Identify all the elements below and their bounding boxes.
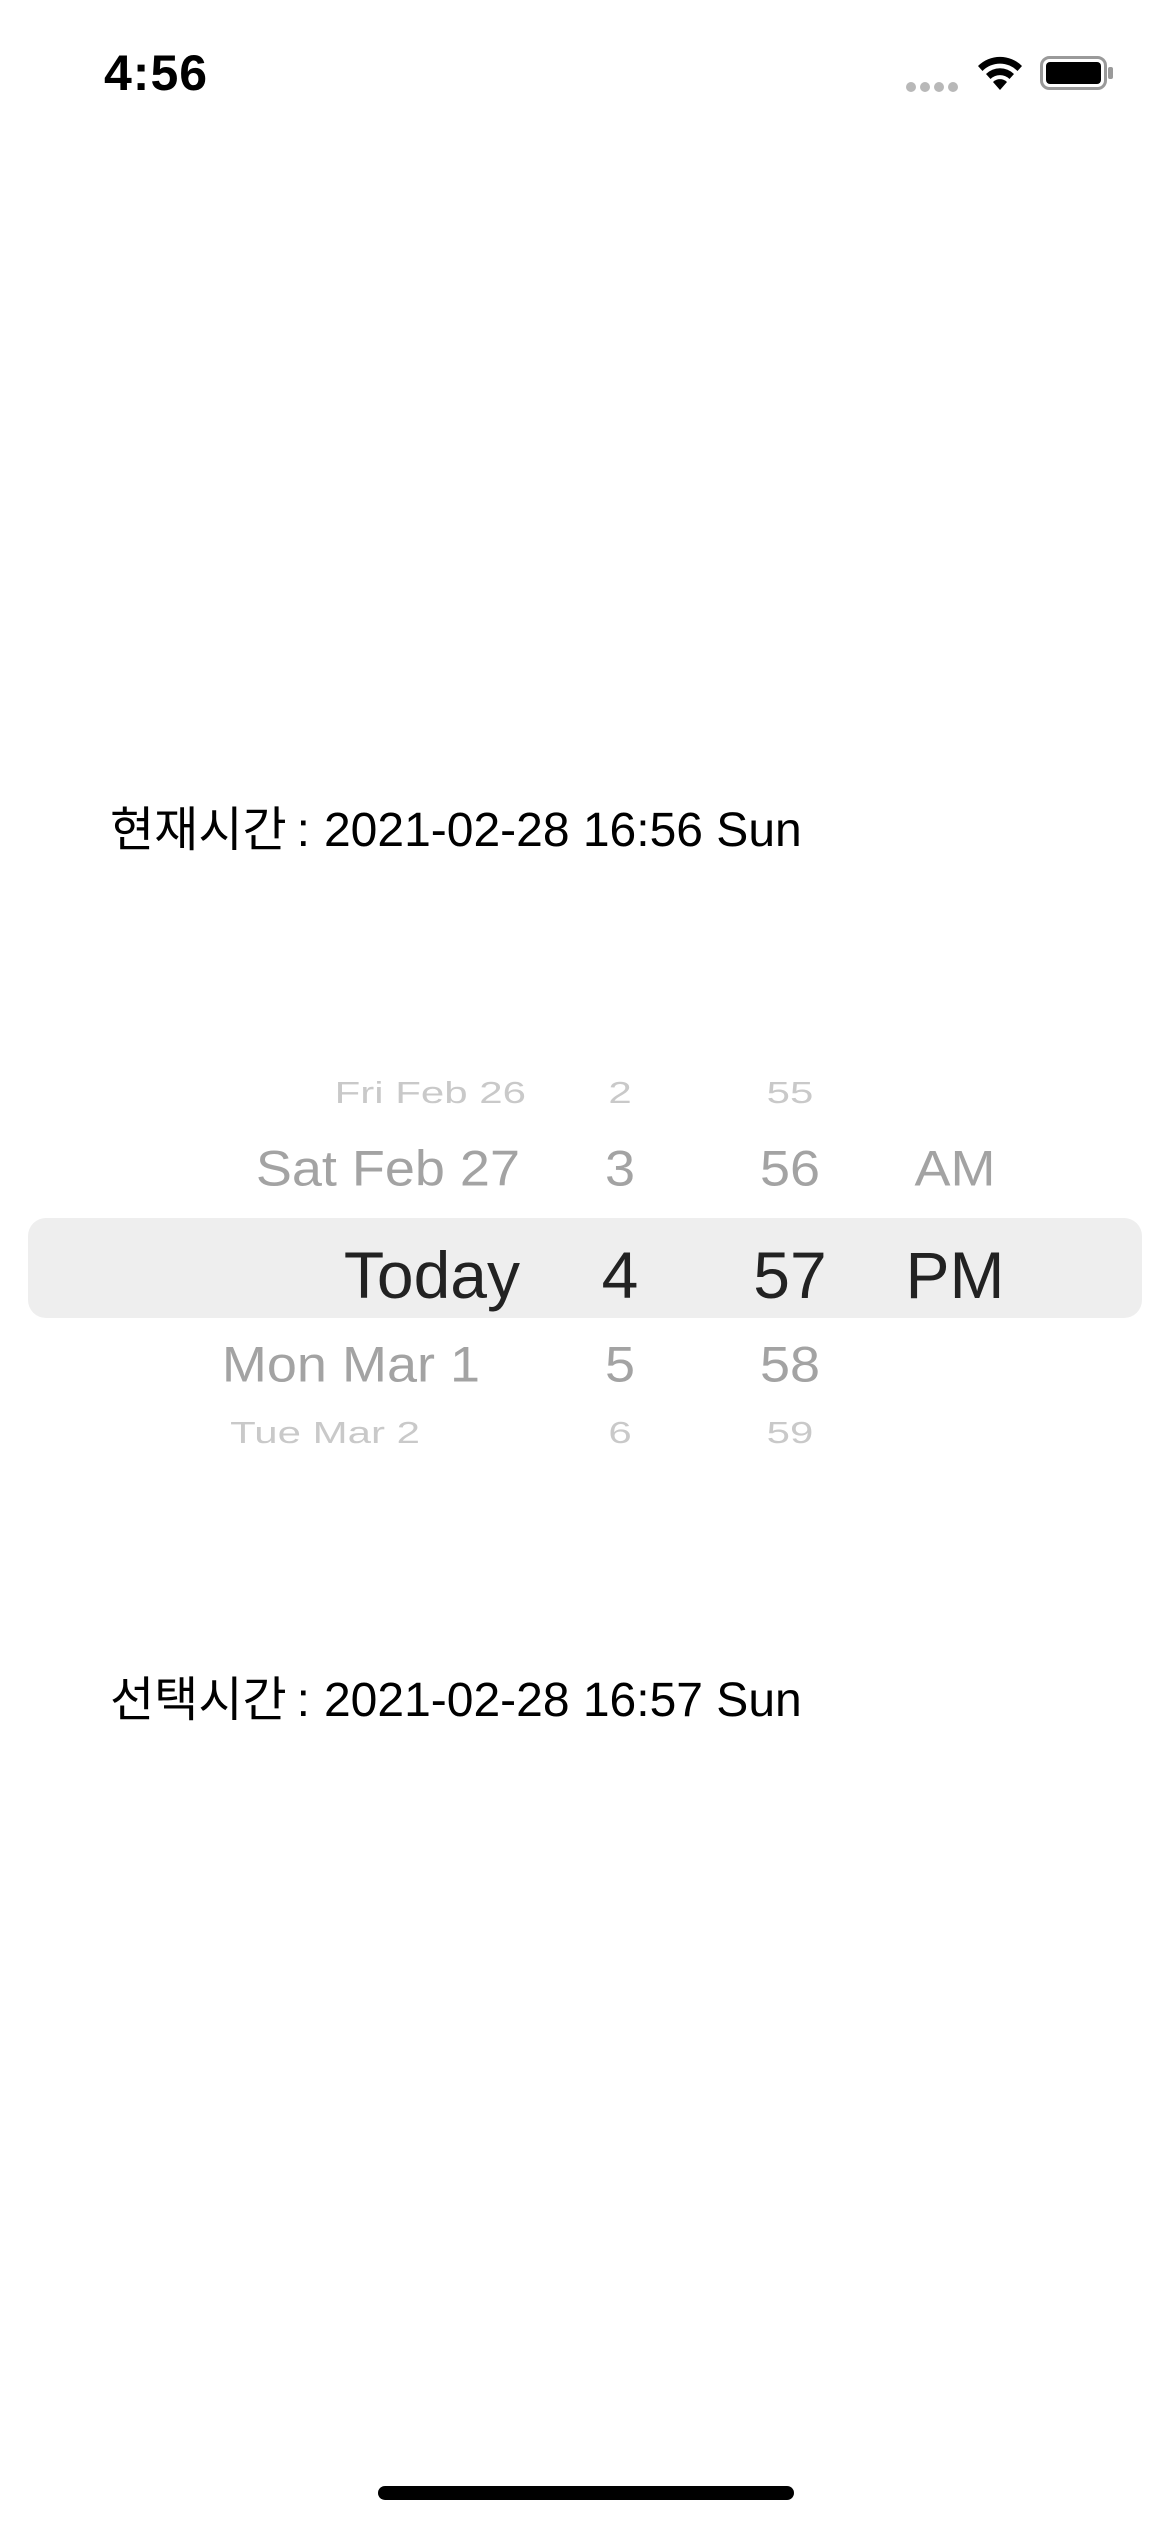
screen: 4:56 현재시간:2021-02-28 16:56 Sun Fri Feb 2…: [0, 0, 1170, 2532]
picker-date-item[interactable]: Mon Mar 1: [100, 1340, 480, 1390]
selected-time-label: 선택시간: [110, 1674, 287, 1727]
wifi-icon: [978, 56, 1022, 90]
picker-date-selected[interactable]: Today: [100, 1242, 520, 1308]
status-bar: 4:56: [0, 0, 1170, 150]
picker-hour-item[interactable]: 6: [560, 1418, 680, 1448]
picker-ampm-item[interactable]: AM: [880, 1144, 1030, 1194]
picker-date-item[interactable]: Tue Mar 2: [100, 1418, 420, 1448]
selected-time-separator: :: [296, 1674, 310, 1727]
current-time-line: 현재시간:2021-02-28 16:56 Sun: [110, 790, 802, 860]
picker-minute-item[interactable]: 58: [720, 1340, 860, 1390]
home-indicator[interactable]: [378, 2486, 794, 2500]
date-time-picker[interactable]: Fri Feb 26 Sat Feb 27 Today Mon Mar 1 Tu…: [0, 1050, 1170, 1470]
current-time-value: 2021-02-28 16:56 Sun: [323, 804, 802, 857]
status-time: 4:56: [104, 45, 209, 101]
cellular-signal-icon: [906, 82, 960, 94]
selected-time-line: 선택시간:2021-02-28 16:57 Sun: [110, 1660, 802, 1730]
picker-hour-item[interactable]: 3: [560, 1144, 680, 1194]
picker-hour-column[interactable]: 2 3 4 5 6: [560, 1050, 680, 1470]
current-time-separator: :: [296, 804, 310, 857]
picker-date-item[interactable]: Sat Feb 27: [100, 1144, 520, 1194]
battery-full-icon: [1040, 56, 1113, 90]
picker-date-item[interactable]: Fri Feb 26: [100, 1078, 526, 1108]
picker-minute-column[interactable]: 55 56 57 58 59: [720, 1050, 860, 1470]
picker-hour-selected[interactable]: 4: [560, 1242, 680, 1308]
selected-time-value: 2021-02-28 16:57 Sun: [323, 1674, 802, 1727]
picker-date-column[interactable]: Fri Feb 26 Sat Feb 27 Today Mon Mar 1 Tu…: [100, 1050, 526, 1470]
picker-ampm-column[interactable]: AM PM: [880, 1050, 1030, 1470]
picker-minute-item[interactable]: 55: [720, 1078, 860, 1108]
current-time-label: 현재시간: [110, 804, 287, 857]
picker-ampm-selected[interactable]: PM: [880, 1242, 1030, 1308]
picker-minute-item[interactable]: 59: [720, 1418, 860, 1448]
picker-minute-item[interactable]: 56: [720, 1144, 860, 1194]
picker-minute-selected[interactable]: 57: [720, 1242, 860, 1308]
picker-hour-item[interactable]: 5: [560, 1340, 680, 1390]
picker-hour-item[interactable]: 2: [560, 1078, 680, 1108]
